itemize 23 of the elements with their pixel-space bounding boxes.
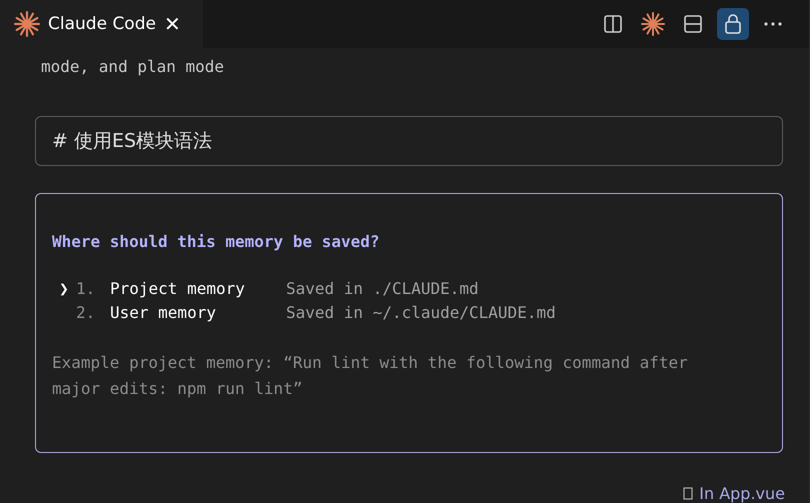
previous-text: mode, and plan mode [40, 56, 226, 78]
option-label[interactable]: User memory [110, 303, 286, 322]
option-number: 1. [76, 279, 96, 298]
asterisk-logo-icon [14, 11, 40, 37]
option-detail: Saved in ~/.claude/CLAUDE.md [286, 303, 556, 322]
split-editor-icon [603, 14, 623, 34]
option-detail: Saved in ./CLAUDE.md [286, 279, 479, 298]
option-number: 2. [76, 303, 96, 322]
context-file: In App.vue [699, 484, 785, 503]
input-field[interactable]: # 使用ES模块语法 [35, 116, 783, 166]
example-text: Example project memory: “Run lint with the following command after major edits: npm run lint” [52, 352, 689, 400]
close-button[interactable]: ✕ [164, 12, 181, 36]
lock-icon [723, 13, 743, 35]
toolbar-button[interactable] [717, 8, 749, 40]
tab-title: Claude Code [48, 14, 156, 34]
dialog-question: Where should this memory be saved? [52, 232, 381, 251]
more-icon [764, 22, 782, 26]
editor-tab[interactable]: Claude Code ✕ [0, 0, 203, 48]
asterisk-logo-icon [641, 12, 665, 36]
panel-layout-icon [683, 14, 703, 34]
pointer: ❯ [58, 279, 70, 298]
file-icon [683, 487, 694, 500]
option-label[interactable]: Project memory [110, 279, 286, 298]
